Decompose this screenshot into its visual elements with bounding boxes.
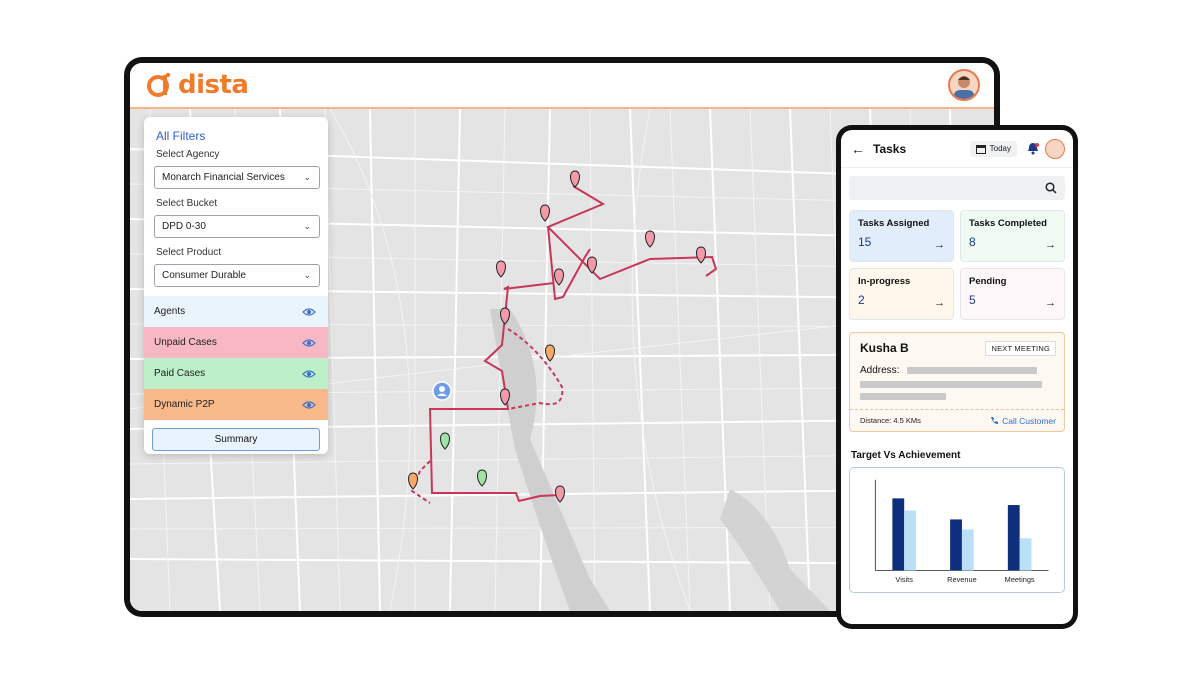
bar-visits-target — [892, 498, 905, 571]
bar-meetings-achievement — [1019, 538, 1032, 571]
arrow-right-icon[interactable]: → — [934, 297, 945, 309]
address-placeholder — [860, 393, 946, 400]
page-title: Tasks — [873, 141, 907, 156]
arrow-right-icon[interactable]: → — [934, 239, 945, 251]
arrow-right-icon[interactable]: → — [1045, 239, 1056, 251]
bar-meetings-target — [1007, 505, 1020, 571]
today-button[interactable]: Today — [969, 140, 1017, 157]
card-tasks-completed[interactable]: Tasks Completed 8 → — [960, 210, 1065, 262]
bar-revenue-achievement — [961, 529, 974, 571]
bar-revenue-target — [950, 519, 962, 571]
task-cards: Tasks Assigned 15 → Tasks Completed 8 → … — [849, 210, 1065, 320]
card-value: 8 — [969, 235, 976, 249]
card-label: Tasks Assigned — [858, 218, 930, 229]
meeting-footer: Distance: 4.5 KMs Call Customer — [850, 409, 1064, 431]
layer-dynamic-p2p[interactable]: Dynamic P2P — [144, 389, 328, 420]
agency-label: Select Agency — [156, 149, 220, 160]
chevron-down-icon: ⌄ — [303, 221, 311, 231]
address-label: Address: — [860, 365, 900, 376]
next-meeting-card[interactable]: Kusha B NEXT MEETING Address: Distance: … — [849, 332, 1065, 432]
eye-icon[interactable] — [302, 338, 316, 348]
bucket-value: DPD 0-30 — [162, 221, 206, 232]
card-value: 5 — [969, 293, 976, 307]
layer-unpaid-cases[interactable]: Unpaid Cases — [144, 327, 328, 358]
product-label: Select Product — [156, 247, 222, 258]
card-value: 2 — [858, 293, 865, 307]
bucket-label: Select Bucket — [156, 198, 218, 209]
layer-label: Unpaid Cases — [154, 337, 217, 348]
address-placeholder — [860, 381, 1042, 388]
arrow-right-icon[interactable]: → — [1045, 297, 1056, 309]
tasks-header: ← Tasks Today — [841, 130, 1073, 168]
address-placeholder — [907, 367, 1038, 374]
agent-location-icon[interactable] — [432, 381, 452, 401]
bar-chart: Visits Revenue Meetings — [874, 479, 1049, 584]
card-label: Tasks Completed — [969, 218, 1047, 229]
app-header: dista — [130, 63, 994, 109]
distance-text: Distance: 4.5 KMs — [860, 416, 921, 425]
product-value: Consumer Durable — [162, 270, 246, 281]
layer-label: Agents — [154, 306, 186, 317]
agency-select[interactable]: Monarch Financial Services ⌄ — [154, 166, 320, 189]
next-meeting-badge: NEXT MEETING — [985, 341, 1056, 356]
layer-label: Paid Cases — [154, 368, 206, 379]
back-arrow-icon[interactable]: ← — [851, 141, 873, 157]
card-pending[interactable]: Pending 5 → — [960, 268, 1065, 320]
eye-icon[interactable] — [302, 369, 316, 379]
layer-label: Dynamic P2P — [154, 399, 215, 410]
card-value: 15 — [858, 235, 872, 249]
bell-icon[interactable] — [1027, 142, 1039, 155]
search-input[interactable] — [849, 176, 1065, 200]
target-vs-achievement-chart: Visits Revenue Meetings — [849, 467, 1065, 593]
bucket-select[interactable]: DPD 0-30 ⌄ — [154, 215, 320, 238]
person-icon — [954, 76, 974, 99]
layer-paid-cases[interactable]: Paid Cases — [144, 358, 328, 389]
brand-name: dista — [178, 70, 249, 100]
filters-panel: All Filters Select Agency Monarch Financ… — [144, 117, 328, 454]
chevron-down-icon: ⌄ — [303, 270, 311, 280]
eye-icon[interactable] — [302, 400, 316, 410]
call-customer-link[interactable]: Call Customer — [990, 416, 1056, 426]
calendar-icon — [975, 144, 986, 154]
mobile-frame: ← Tasks Today Tasks Assigned 15 → Tasks … — [836, 125, 1078, 629]
summary-button[interactable]: Summary — [152, 428, 320, 451]
call-customer-label: Call Customer — [1002, 415, 1056, 426]
user-avatar[interactable] — [1045, 138, 1065, 159]
x-tick-label: Revenue — [947, 575, 977, 584]
card-label: Pending — [969, 276, 1007, 287]
phone-icon — [991, 417, 999, 424]
mobile-screen: ← Tasks Today Tasks Assigned 15 → Tasks … — [841, 130, 1073, 624]
card-tasks-assigned[interactable]: Tasks Assigned 15 → — [849, 210, 954, 262]
filters-title[interactable]: All Filters — [156, 129, 328, 143]
search-icon[interactable] — [1045, 182, 1057, 194]
bar-visits-achievement — [904, 510, 916, 571]
eye-icon[interactable] — [302, 307, 316, 317]
x-tick-label: Meetings — [1005, 575, 1035, 584]
address-row: Address: — [860, 365, 1054, 376]
dista-logo[interactable]: dista — [146, 70, 249, 100]
card-in-progress[interactable]: In-progress 2 → — [849, 268, 954, 320]
today-label: Today — [989, 144, 1011, 153]
card-label: In-progress — [858, 276, 911, 287]
layer-agents[interactable]: Agents — [144, 296, 328, 327]
product-select[interactable]: Consumer Durable ⌄ — [154, 264, 320, 287]
dista-logo-icon — [147, 72, 171, 97]
user-avatar[interactable] — [948, 69, 980, 101]
agency-value: Monarch Financial Services — [162, 172, 285, 183]
x-tick-label: Visits — [895, 575, 913, 584]
target-vs-achievement-title: Target Vs Achievement — [851, 450, 961, 461]
chevron-down-icon: ⌄ — [303, 172, 311, 182]
